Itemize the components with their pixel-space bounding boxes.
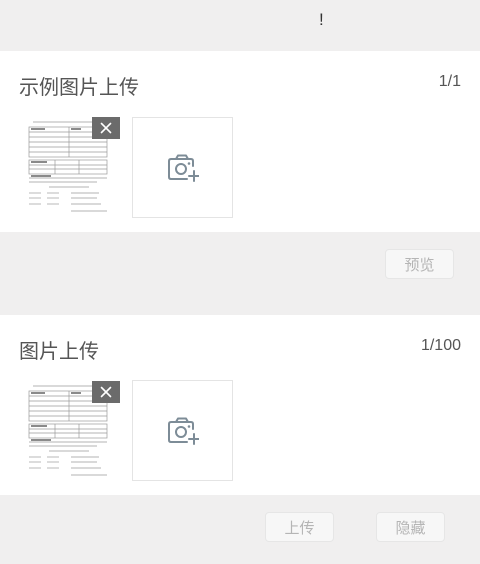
- add-image-button[interactable]: [132, 380, 233, 481]
- uploaded-image-thumbnail[interactable]: [19, 381, 120, 482]
- delete-image-button[interactable]: [92, 381, 120, 403]
- alert-mark: !: [319, 10, 324, 29]
- delete-image-button[interactable]: [92, 117, 120, 139]
- example-upload-section: 示例图片上传 1/1: [0, 51, 480, 232]
- close-icon: [100, 386, 112, 398]
- upload-button[interactable]: 上传: [265, 512, 334, 542]
- preview-button[interactable]: 预览: [385, 249, 454, 279]
- image-upload-title: 图片上传: [19, 341, 99, 363]
- top-bar: !: [0, 0, 480, 44]
- camera-plus-icon: [167, 417, 199, 445]
- example-upload-count: 1/1: [438, 73, 461, 90]
- add-image-button[interactable]: [132, 117, 233, 218]
- camera-plus-icon: [167, 154, 199, 182]
- hide-button[interactable]: 隐藏: [376, 512, 445, 542]
- image-upload-section: 图片上传 1/100: [0, 315, 480, 495]
- uploaded-image-thumbnail[interactable]: [19, 117, 120, 218]
- example-upload-title: 示例图片上传: [19, 77, 139, 99]
- image-upload-count: 1/100: [420, 337, 461, 354]
- close-icon: [100, 122, 112, 134]
